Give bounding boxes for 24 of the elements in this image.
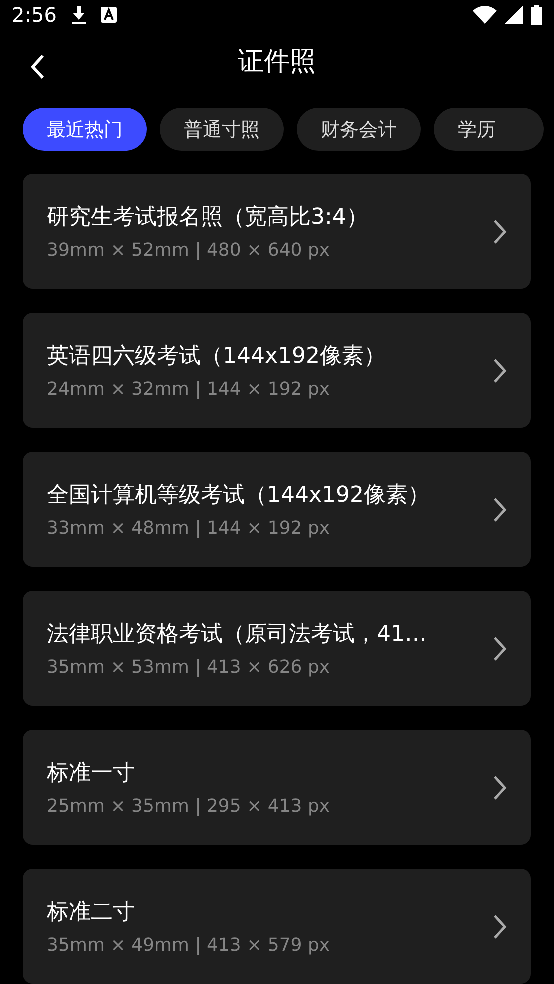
status-time: 2:56 [12, 3, 57, 28]
size-dimensions: 35mm × 49mm | 413 × 579 px [47, 935, 332, 956]
page-title: 证件照 [238, 46, 316, 79]
size-title: 标准二寸 [47, 899, 136, 927]
photo-size-card[interactable]: 研究生考试报名照（宽高比3:4） 39mm × 52mm | 480 × 640 px [23, 174, 531, 289]
size-dimensions: 35mm × 53mm | 413 × 626 px [47, 657, 332, 678]
size-dimensions: 25mm × 35mm | 295 × 413 px [47, 796, 332, 817]
photo-size-card[interactable]: 标准二寸 35mm × 49mm | 413 × 579 px [23, 869, 531, 984]
size-title: 英语四六级考试（144x192像素） [47, 343, 388, 371]
size-dimensions: 39mm × 52mm | 480 × 640 px [47, 240, 332, 261]
category-tab[interactable]: 财务会计 [297, 108, 421, 151]
category-tab[interactable]: 最近热门 [23, 108, 147, 151]
size-title: 标准一寸 [47, 760, 136, 788]
photo-size-card[interactable]: 英语四六级考试（144x192像素） 24mm × 32mm | 144 × 192 px [23, 313, 531, 428]
size-title: 法律职业资格考试（原司法考试，41… [47, 621, 428, 649]
photo-size-card[interactable]: 标准一寸 25mm × 35mm | 295 × 413 px [23, 730, 531, 845]
size-dimensions: 24mm × 32mm | 144 × 192 px [47, 379, 332, 400]
category-tab[interactable]: 普通寸照 [160, 108, 284, 151]
size-title: 全国计算机等级考试（144x192像素） [47, 482, 432, 510]
size-dimensions: 33mm × 48mm | 144 × 192 px [47, 518, 332, 539]
photo-size-card[interactable]: 法律职业资格考试（原司法考试，41… 35mm × 53mm | 413 × 626 px [23, 591, 531, 706]
size-title: 研究生考试报名照（宽高比3:4） [47, 204, 370, 232]
photo-size-card[interactable]: 全国计算机等级考试（144x192像素） 33mm × 48mm | 144 × 192 px [23, 452, 531, 567]
category-tab[interactable]: 学历 [434, 108, 544, 151]
